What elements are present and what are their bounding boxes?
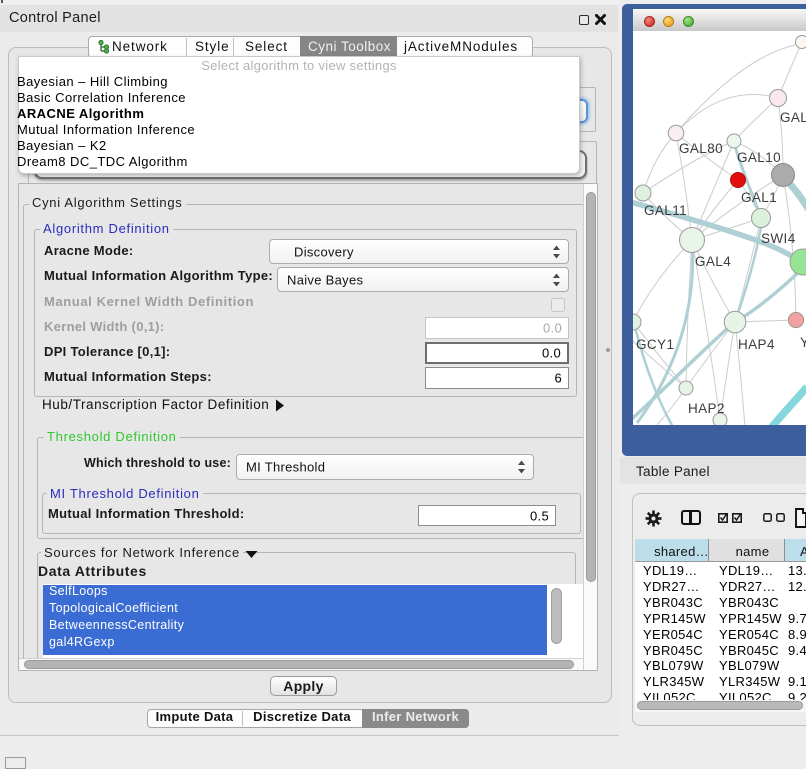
svg-text:HAP4: HAP4 xyxy=(738,337,775,352)
svg-text:GAL11: GAL11 xyxy=(644,203,687,218)
svg-text:GAL10: GAL10 xyxy=(737,150,781,165)
svg-text:GAL4: GAL4 xyxy=(695,254,731,269)
svg-text:GCY1: GCY1 xyxy=(636,337,674,352)
svg-text:SWI4: SWI4 xyxy=(761,231,796,246)
svg-text:YM: YM xyxy=(800,335,806,350)
svg-text:HAP2: HAP2 xyxy=(688,401,725,416)
svg-text:GAL2: GAL2 xyxy=(780,110,806,125)
svg-text:GAL1: GAL1 xyxy=(741,190,777,205)
svg-text:GAL80: GAL80 xyxy=(679,141,723,156)
